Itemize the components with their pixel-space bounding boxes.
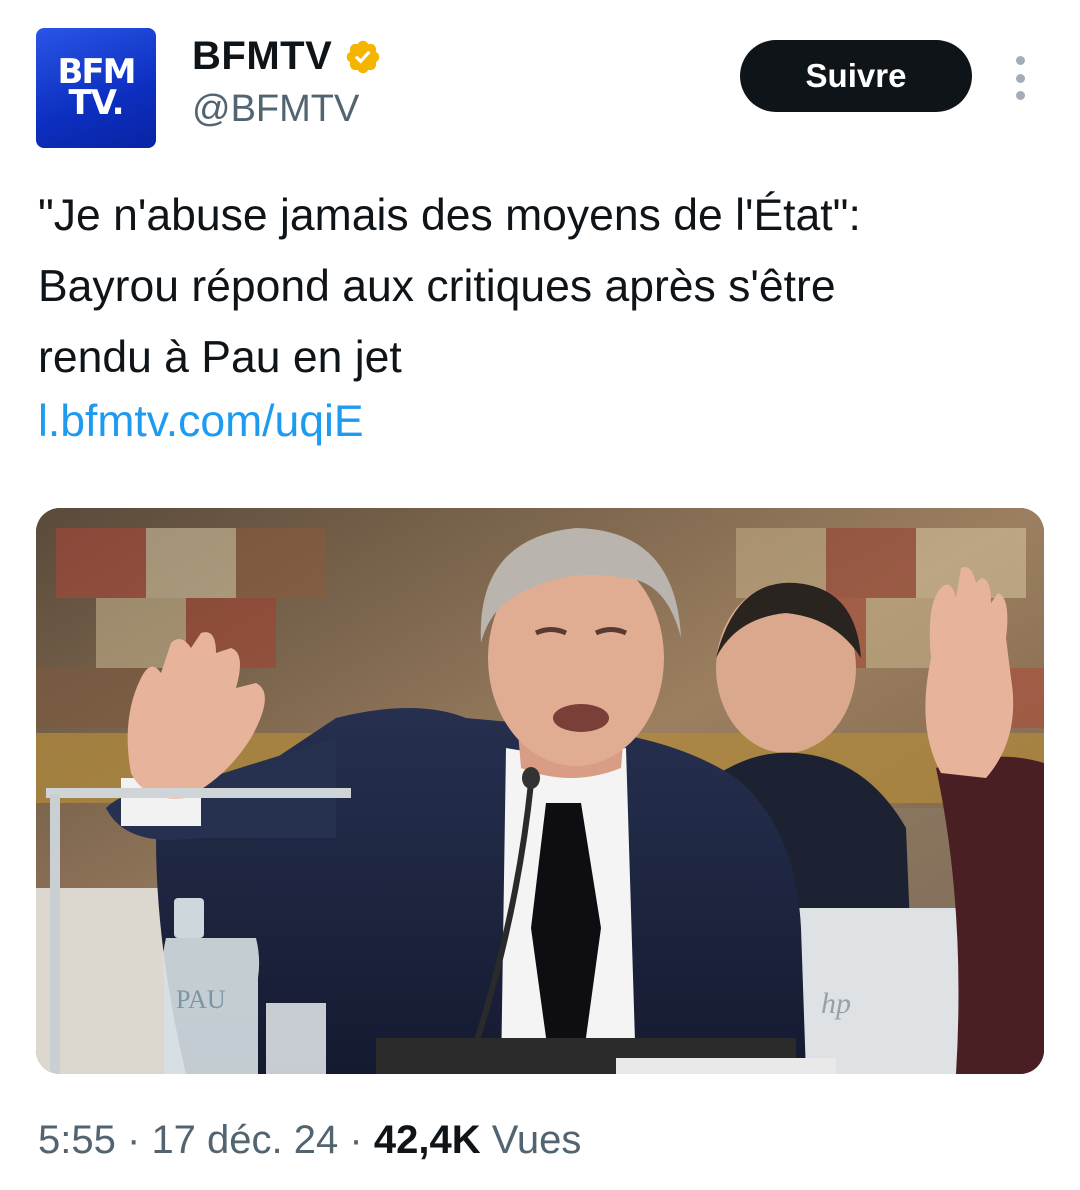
tweet-meta: 5:55 · 17 déc. 24 · 42,4K Vues <box>38 1118 581 1163</box>
meta-separator: · <box>126 1118 141 1162</box>
tweet-text-line: Bayrou répond aux critiques après s'être <box>38 262 836 311</box>
dot <box>1015 56 1025 65</box>
tweet-text: "Je n'abuse jamais des moyens de l'État"… <box>38 180 1048 393</box>
tweet-photo[interactable]: hp PAU <box>36 508 1044 1074</box>
views-count[interactable]: 42,4K <box>374 1118 481 1162</box>
tweet-text-line: rendu à Pau en jet <box>38 333 402 382</box>
account-handle[interactable]: @BFMTV <box>192 88 359 131</box>
tweet-date[interactable]: 17 déc. 24 <box>151 1118 338 1162</box>
verified-badge-icon <box>347 40 380 73</box>
name-row: BFMTV <box>192 34 382 79</box>
tweet-text-line: "Je n'abuse jamais des moyens de l'État"… <box>38 191 861 240</box>
dot <box>1015 91 1025 100</box>
photo-illustration: hp PAU <box>36 508 1044 1074</box>
meta-separator: · <box>349 1118 363 1162</box>
tweet-time[interactable]: 5:55 <box>38 1118 116 1162</box>
dot <box>1015 73 1025 83</box>
bottle-label: PAU <box>176 985 226 1014</box>
views-label: Vues <box>491 1118 582 1162</box>
more-vertical-icon[interactable] <box>1012 56 1028 100</box>
avatar-text-line2: TV. <box>68 83 124 123</box>
display-name[interactable]: BFMTV <box>192 34 332 79</box>
laptop-logo: hp <box>821 987 851 1020</box>
follow-button[interactable]: Suivre <box>740 40 972 112</box>
tweet-link[interactable]: l.bfmtv.com/uqiE <box>38 386 364 457</box>
account-avatar[interactable]: BFM TV. <box>36 28 156 148</box>
